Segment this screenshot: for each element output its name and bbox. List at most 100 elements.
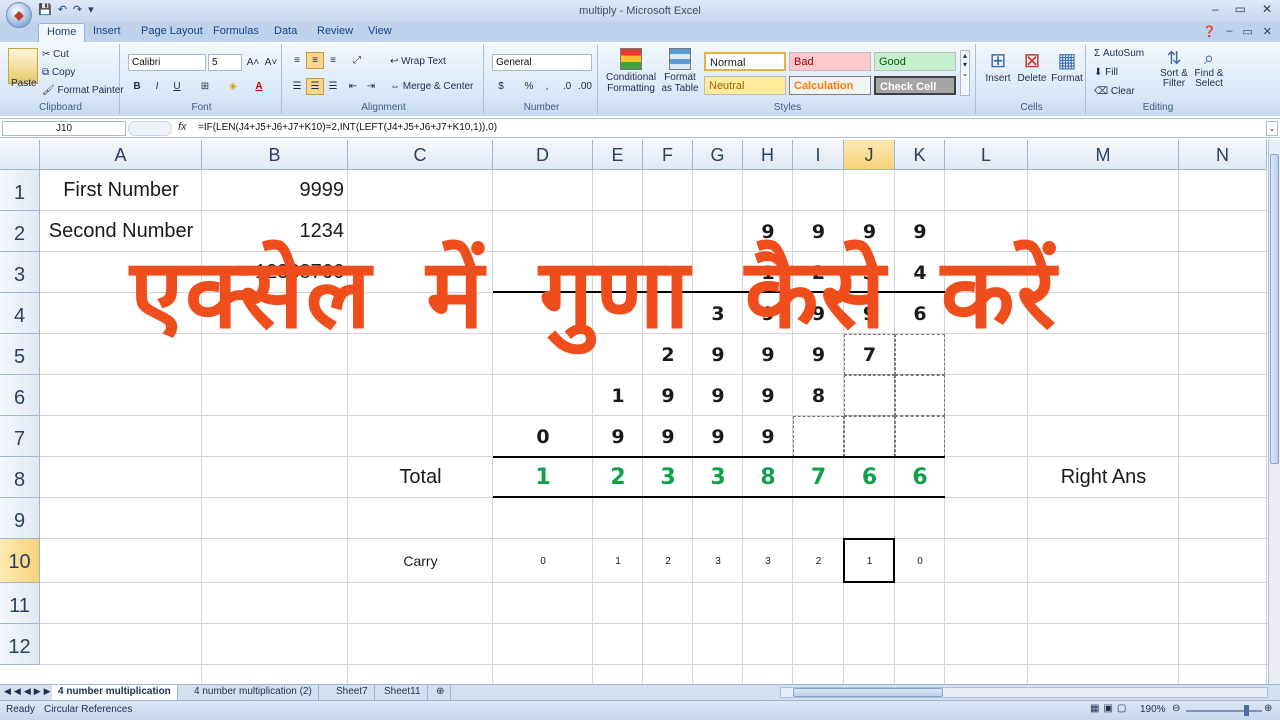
row-header-2[interactable]: 2 [0,211,40,252]
column-header-h[interactable]: H [743,140,793,170]
select-all-corner[interactable] [0,140,40,170]
font-size-select[interactable]: 5 [208,54,242,71]
cell-h8[interactable]: 8 [743,457,793,498]
column-header-i[interactable]: I [793,140,844,170]
expand-formula-icon[interactable]: ⌄ [1266,121,1278,136]
horizontal-scrollbar[interactable] [780,687,1268,698]
align-top-icon[interactable]: ≡ [288,52,306,69]
cell-e7[interactable]: 9 [593,416,643,457]
cell-j8[interactable]: 6 [844,457,895,498]
bold-button[interactable]: B [128,78,146,95]
cell-g8[interactable]: 3 [693,457,743,498]
style-calculation[interactable]: Calculation [789,76,871,95]
cell-f6[interactable]: 9 [643,375,693,416]
paste-button[interactable]: Paste [11,78,37,89]
format-cells-button[interactable]: ▦ Format [1050,48,1084,84]
row-header-12[interactable]: 12 [0,624,40,665]
zoom-in-icon[interactable]: ⊕ [1264,703,1272,714]
vertical-scrollbar[interactable] [1268,140,1280,684]
row-header-8[interactable]: 8 [0,457,40,498]
close-button[interactable]: ✕ [1262,2,1272,16]
cell-g6[interactable]: 9 [693,375,743,416]
column-header-d[interactable]: D [493,140,593,170]
insert-function-icon[interactable]: fx [178,121,187,133]
row-header-6[interactable]: 6 [0,375,40,416]
font-color-icon[interactable]: A [250,78,268,95]
cell-i8[interactable]: 7 [793,457,844,498]
delete-cells-button[interactable]: ⊠ Delete [1016,48,1048,84]
ribbon-close-icon[interactable]: ✕ [1263,25,1272,38]
fill-color-icon[interactable]: ◈ [224,78,242,95]
cell-k10[interactable]: 0 [895,539,945,583]
style-normal[interactable]: Normal [704,52,786,71]
tab-home[interactable]: Home [38,23,86,43]
zoom-level[interactable]: 190% [1140,704,1166,715]
increase-decimal-icon[interactable]: .0 [558,78,576,95]
tab-formulas[interactable]: Formulas [213,25,259,37]
sheet-tab-4[interactable]: Sheet11 [378,685,428,700]
cut-button[interactable]: ✂ Cut [42,49,69,60]
ribbon-restore-icon[interactable]: ▭ [1242,25,1252,38]
clear-button[interactable]: ⌫ Clear [1094,86,1135,97]
cell-h6[interactable]: 9 [743,375,793,416]
minimize-button[interactable]: – [1212,2,1219,16]
row-header-3[interactable]: 3 [0,252,40,293]
tab-page-layout[interactable]: Page Layout [141,25,203,37]
restore-button[interactable]: ▭ [1235,2,1246,16]
column-header-j[interactable]: J [844,140,895,170]
column-header-c[interactable]: C [348,140,493,170]
borders-icon[interactable]: ⊞ [196,78,214,95]
format-painter-button[interactable]: 🖌 Format Painter [42,85,124,96]
cell-h7[interactable]: 9 [743,416,793,457]
italic-button[interactable]: I [148,78,166,95]
row-header-4[interactable]: 4 [0,293,40,334]
tab-data[interactable]: Data [274,25,297,37]
cell-a1[interactable]: First Number [40,170,202,211]
currency-button[interactable]: $ [492,78,510,95]
column-header-n[interactable]: N [1179,140,1267,170]
sheet-tab-1[interactable]: 4 number multiplication [52,685,178,700]
formula-bar-handle[interactable] [128,121,172,136]
cell-f8[interactable]: 3 [643,457,693,498]
column-header-b[interactable]: B [202,140,348,170]
cell-h10[interactable]: 3 [743,539,793,583]
column-header-g[interactable]: G [693,140,743,170]
row-header-9[interactable]: 9 [0,498,40,539]
cell-c10[interactable]: Carry [348,539,493,583]
tab-view[interactable]: View [368,25,392,37]
row-header-1[interactable]: 1 [0,170,40,211]
tab-insert[interactable]: Insert [93,25,121,37]
decrease-indent-icon[interactable]: ⇤ [344,78,362,95]
style-check-cell[interactable]: Check Cell [874,76,956,95]
number-format-select[interactable]: General [492,54,592,71]
sort-filter-button[interactable]: ⇅ Sort & Filter [1158,48,1190,89]
copy-button[interactable]: ⧉ Copy [42,67,75,78]
cell-g10[interactable]: 3 [693,539,743,583]
cell-e10[interactable]: 1 [593,539,643,583]
font-name-select[interactable]: Calibri [128,54,206,71]
cell-d7[interactable]: 0 [493,416,593,457]
column-header-m[interactable]: M [1028,140,1179,170]
zoom-slider[interactable] [1186,710,1262,712]
column-header-a[interactable]: A [40,140,202,170]
wrap-text-button[interactable]: ↩ Wrap Text [390,56,446,67]
row-header-11[interactable]: 11 [0,583,40,624]
cell-f7[interactable]: 9 [643,416,693,457]
help-icon[interactable]: ❓ [1203,25,1217,38]
cell-e8[interactable]: 2 [593,457,643,498]
zoom-slider-thumb[interactable] [1244,705,1249,716]
align-left-icon[interactable]: ☰ [288,78,306,95]
row-header-5[interactable]: 5 [0,334,40,375]
cell-g7[interactable]: 9 [693,416,743,457]
horizontal-scroll-thumb[interactable] [793,688,943,697]
cell-e6[interactable]: 1 [593,375,643,416]
row-header-10[interactable]: 10 [0,539,40,583]
formula-input[interactable]: =IF(LEN(J4+J5+J6+J7+K10)=2,INT(LEFT(J4+J… [198,122,497,133]
grow-font-icon[interactable]: A˄ [244,54,262,71]
name-box[interactable]: J10 [2,121,126,136]
insert-cells-button[interactable]: ⊞ Insert [982,48,1014,84]
sheet-tab-2[interactable]: 4 number multiplication (2) [188,685,319,700]
align-bottom-icon[interactable]: ≡ [324,52,342,69]
styles-scroll[interactable]: ▴ ▾ ⌄ [960,50,970,96]
column-header-l[interactable]: L [945,140,1028,170]
